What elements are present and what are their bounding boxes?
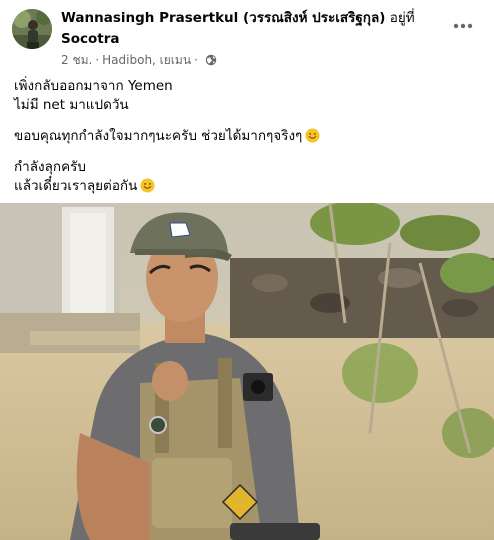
post-photo[interactable] bbox=[0, 203, 494, 540]
post-paragraph: ขอบคุณทุกกำลังใจมากๆนะครับ ช่วยได้มากๆจร… bbox=[14, 127, 484, 146]
post-paragraph: กำลังลุกครับ แล้วเดี๋ยวเราลุยต่อกัน bbox=[14, 158, 484, 196]
post-paragraph: เพิ่งกลับออกมาจาก Yemen ไม่มี net มาแปดว… bbox=[14, 77, 484, 115]
photo-illustration bbox=[0, 203, 494, 540]
post-line: แล้วเดี๋ยวเราลุยต่อกัน bbox=[14, 177, 484, 196]
avatar-photo bbox=[12, 9, 52, 49]
author-line: Wannasingh Prasertkul (วรรณสิงห์ ประเสริ… bbox=[61, 9, 451, 27]
meta-separator: · bbox=[194, 53, 198, 67]
author-avatar[interactable] bbox=[12, 9, 52, 49]
meta-separator: · bbox=[95, 53, 100, 67]
post-line-text: แล้วเดี๋ยวเราลุยต่อกัน bbox=[14, 178, 138, 194]
post-meta: 2 ชม. · Hadiboh, เยเมน · bbox=[61, 52, 217, 68]
post-location[interactable]: Hadiboh, เยเมน bbox=[102, 52, 191, 68]
post-time[interactable]: 2 ชม. bbox=[61, 52, 92, 68]
smiling-face-emoji bbox=[140, 178, 155, 193]
smiling-face-emoji bbox=[305, 128, 320, 143]
checkin-place[interactable]: Socotra bbox=[61, 30, 120, 48]
post-line: ขอบคุณทุกกำลังใจมากๆนะครับ ช่วยได้มากๆจร… bbox=[14, 127, 484, 146]
post-line: กำลังลุกครับ bbox=[14, 159, 86, 175]
globe-icon[interactable] bbox=[205, 54, 217, 66]
post-line: เพิ่งกลับออกมาจาก Yemen bbox=[14, 78, 173, 94]
post-line-text: ขอบคุณทุกกำลังใจมากๆนะครับ ช่วยได้มากๆจร… bbox=[14, 128, 303, 144]
author-name[interactable]: Wannasingh Prasertkul (วรรณสิงห์ ประเสริ… bbox=[61, 10, 385, 26]
more-horizontal-icon bbox=[453, 23, 473, 29]
at-label: อยู่ที่ bbox=[389, 10, 415, 26]
post-line: ไม่มี net มาแปดวัน bbox=[14, 97, 129, 113]
post-header: Wannasingh Prasertkul (วรรณสิงห์ ประเสริ… bbox=[0, 0, 494, 72]
more-options-button[interactable] bbox=[446, 12, 480, 40]
post-message: เพิ่งกลับออกมาจาก Yemen ไม่มี net มาแปดว… bbox=[14, 77, 484, 208]
